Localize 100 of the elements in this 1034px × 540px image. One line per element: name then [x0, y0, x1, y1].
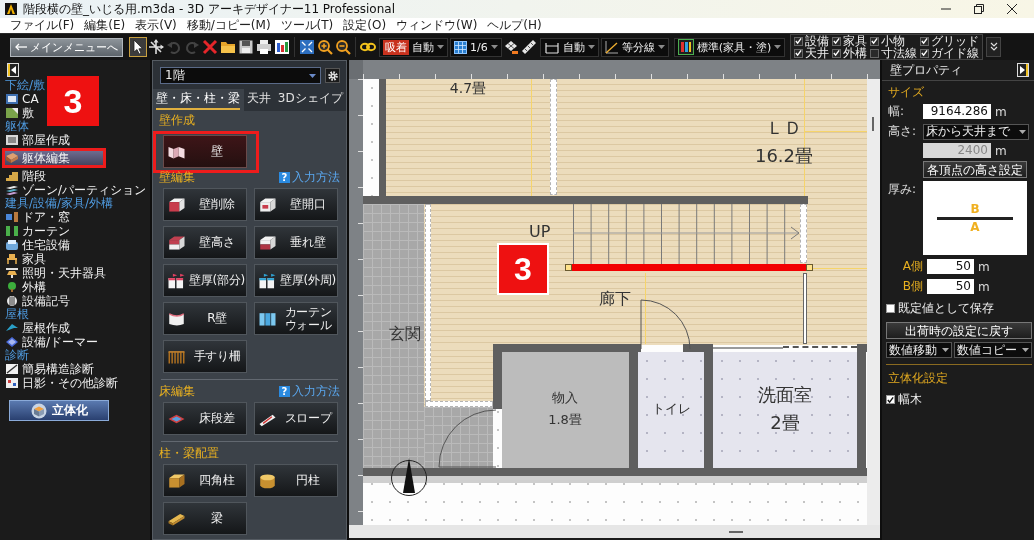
- sidebar-item[interactable]: ゾーン/パーティション: [0, 183, 149, 197]
- floor-dropdown[interactable]: 1階: [160, 67, 321, 84]
- checkbox-label[interactable]: ガイド線: [931, 47, 980, 59]
- tool-button[interactable]: 手すり柵: [163, 340, 247, 373]
- checkbox[interactable]: [886, 395, 895, 404]
- toolbar-button[interactable]: [273, 37, 291, 57]
- checkbox-label[interactable]: 家具: [843, 35, 868, 47]
- scrollbar-thumb[interactable]: [729, 531, 743, 533]
- checkbox-label[interactable]: 寸法線: [881, 47, 918, 59]
- menu-item[interactable]: 移動/コピー(M): [184, 18, 273, 33]
- menu-item[interactable]: 編集(E): [82, 18, 128, 33]
- scrollbar-thumb[interactable]: [872, 117, 874, 131]
- checkbox[interactable]: [794, 36, 804, 46]
- menu-item[interactable]: 表示(V): [133, 18, 179, 33]
- input-method-link[interactable]: ? 入力方法: [279, 169, 340, 186]
- sidebar-item[interactable]: 簡易構造診断: [0, 362, 96, 376]
- tool-button[interactable]: 床段差: [163, 402, 247, 435]
- wall-handle[interactable]: [806, 264, 813, 271]
- height-dropdown[interactable]: 床から天井まで: [923, 123, 1029, 140]
- sidebar-item[interactable]: 照明・天井器具: [0, 266, 108, 280]
- expand-button[interactable]: [986, 37, 1002, 57]
- sidebar-item[interactable]: 階段: [0, 169, 48, 183]
- tool-button[interactable]: 梁: [163, 502, 247, 535]
- toolbar-button[interactable]: [298, 37, 316, 57]
- sidebar-item[interactable]: 外構: [0, 280, 48, 294]
- toolbar-button[interactable]: [129, 37, 147, 57]
- tool-button[interactable]: 壁厚(部分): [163, 264, 247, 297]
- toolbar-button[interactable]: [334, 37, 352, 57]
- checkbox[interactable]: [832, 48, 842, 58]
- checkbox[interactable]: [920, 48, 930, 58]
- wall-handle[interactable]: [565, 264, 572, 271]
- sliding-door[interactable]: [783, 346, 857, 350]
- number-field[interactable]: 50: [927, 279, 974, 294]
- main-menu-button[interactable]: メインメニューへ: [10, 37, 123, 57]
- sidebar-item[interactable]: 設備記号: [0, 294, 72, 308]
- tool-button[interactable]: 壁厚(外周): [254, 264, 338, 297]
- checkbox-label[interactable]: グリッド: [931, 35, 980, 47]
- door-swing[interactable]: [438, 409, 498, 469]
- checkbox[interactable]: [870, 36, 880, 46]
- vertex-height-button[interactable]: 各頂点の高さ設定: [923, 161, 1027, 178]
- number-field[interactable]: 50: [927, 259, 974, 274]
- triangle-left-icon[interactable]: [7, 62, 19, 77]
- checkbox[interactable]: [886, 304, 895, 313]
- checkbox[interactable]: [832, 36, 842, 46]
- triangle-right-icon[interactable]: [1017, 63, 1029, 77]
- checkbox-label[interactable]: 設備: [805, 35, 830, 47]
- tool-button[interactable]: 壁: [163, 135, 247, 168]
- number-field[interactable]: 9164.286: [923, 104, 991, 119]
- input-method-link[interactable]: ? 入力方法: [279, 383, 340, 400]
- sidebar-item[interactable]: カーテン: [0, 224, 72, 238]
- checkbox-label[interactable]: 既定値として保存: [898, 300, 994, 317]
- menu-item[interactable]: ファイル(F): [8, 18, 77, 33]
- toolbar-button[interactable]: [147, 37, 165, 57]
- tool-button[interactable]: 壁削除: [163, 188, 247, 221]
- sidebar-item[interactable]: 日影・その他診断: [0, 376, 120, 390]
- tab[interactable]: 壁・床・柱・梁: [153, 89, 244, 111]
- menu-item[interactable]: ツール(T): [278, 18, 336, 33]
- checkbox[interactable]: [920, 36, 930, 46]
- menu-item[interactable]: 設定(O): [341, 18, 389, 33]
- toolbar-button[interactable]: [255, 37, 273, 57]
- checkbox-label[interactable]: 小物: [881, 35, 906, 47]
- tool-button[interactable]: スロープ: [254, 402, 338, 435]
- guide-dropdown[interactable]: 等分線: [600, 37, 669, 57]
- display-dropdown[interactable]: 標準(家具・塗): [673, 37, 786, 57]
- checkbox-label[interactable]: 外構: [843, 47, 868, 59]
- dropdown[interactable]: 数値移動: [886, 342, 952, 358]
- scrollbar[interactable]: [349, 525, 880, 540]
- checkbox-label[interactable]: 天井: [805, 47, 830, 59]
- sidebar-item[interactable]: 設備/ドーマー: [0, 335, 101, 349]
- door-swing[interactable]: [640, 299, 692, 350]
- sidebar-item[interactable]: 屋根作成: [0, 321, 72, 335]
- sidebar-item[interactable]: 敷: [0, 106, 36, 120]
- scale-dropdown[interactable]: 1/6: [450, 37, 502, 57]
- tool-button[interactable]: 四角柱: [163, 464, 247, 497]
- tool-button[interactable]: 壁開口: [254, 188, 338, 221]
- menu-item[interactable]: ヘルプ(H): [485, 18, 544, 33]
- checkbox-label[interactable]: 幅木: [898, 391, 922, 408]
- dimension-dropdown[interactable]: 自動: [539, 37, 599, 57]
- sidebar-item[interactable]: 家具: [0, 252, 48, 266]
- sidebar-item[interactable]: CA: [0, 92, 41, 106]
- sidebar-item[interactable]: ドア・窓: [0, 210, 72, 224]
- tool-button[interactable]: 壁高さ: [163, 226, 247, 259]
- tab[interactable]: 天井: [243, 89, 275, 111]
- scrollbar[interactable]: [867, 79, 880, 525]
- tool-button[interactable]: 円柱: [254, 464, 338, 497]
- tool-button[interactable]: R壁: [163, 302, 247, 335]
- tool-button[interactable]: カーテンウォール: [254, 302, 338, 335]
- tool-button[interactable]: 垂れ壁: [254, 226, 338, 259]
- sidebar-item[interactable]: 部屋作成: [0, 133, 72, 147]
- reset-button[interactable]: 出荷時の設定に戻す: [886, 322, 1032, 339]
- sidebar-item[interactable]: 躯体編集: [5, 151, 103, 165]
- toolbar-button[interactable]: [316, 37, 334, 57]
- settings-button[interactable]: [325, 68, 340, 83]
- snap-dropdown[interactable]: 吸着 自動: [379, 37, 448, 57]
- dropdown[interactable]: 数値コピー: [954, 342, 1032, 358]
- sidebar-item[interactable]: 住宅設備: [0, 238, 72, 252]
- checkbox[interactable]: [870, 48, 880, 58]
- menu-item[interactable]: ウィンドウ(W): [394, 18, 480, 33]
- tab[interactable]: 3Dシェイプ: [274, 89, 346, 111]
- checkbox[interactable]: [794, 48, 804, 58]
